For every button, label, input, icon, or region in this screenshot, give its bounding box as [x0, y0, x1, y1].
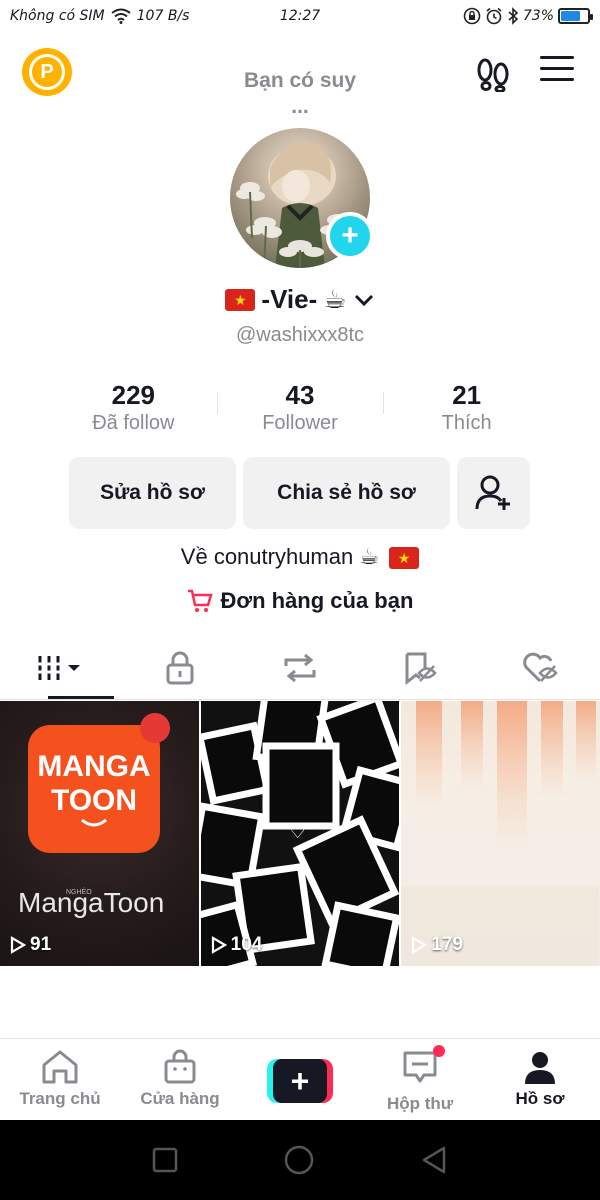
lock-icon — [166, 651, 194, 684]
create-button[interactable]: + — [267, 1059, 333, 1103]
note-bubble[interactable]: Bạn có suy ... — [240, 68, 360, 120]
orders-link[interactable]: Đơn hàng của bạn — [0, 588, 600, 614]
carrier-label: Không có SIM — [10, 8, 105, 24]
nav-create[interactable]: + — [240, 1039, 360, 1120]
add-friend-button[interactable] — [457, 457, 530, 529]
tab-private[interactable] — [120, 636, 240, 699]
nav-profile-label: Hồ sơ — [515, 1089, 565, 1108]
display-name: -Vie- — [261, 284, 318, 314]
footprint-icon[interactable] — [474, 56, 512, 92]
likes-count: 21 — [452, 380, 482, 410]
menu-icon[interactable] — [540, 56, 574, 86]
bio-text: Về conutryhuman ☕ ★ — [0, 544, 600, 570]
display-name-row[interactable]: ★ -Vie- ☕ — [0, 284, 600, 315]
view-count: 179 — [411, 934, 463, 956]
nav-home[interactable]: Trang chủ — [0, 1039, 120, 1120]
username-handle: @washixxx8tc — [235, 324, 365, 346]
stats-row: 229 Đã follow 43 Follower 21 Thích — [50, 380, 550, 436]
play-icon — [412, 936, 428, 954]
follower-stat[interactable]: 43 Follower — [216, 380, 384, 436]
following-label: Đã follow — [92, 412, 175, 434]
bookmark-eye-icon — [405, 652, 437, 685]
nav-profile[interactable]: Hồ sơ — [480, 1039, 600, 1120]
view-count-value: 179 — [431, 934, 464, 955]
share-profile-button[interactable]: Chia sẻ hồ sơ — [243, 457, 450, 529]
tab-videos[interactable] — [0, 636, 120, 699]
recents-icon[interactable] — [152, 1147, 178, 1173]
status-bar: Không có SIM 107 B/s 12:27 73% — [0, 0, 600, 32]
heart-symbol: ♡ — [288, 819, 307, 843]
edit-profile-button[interactable]: Sửa hồ sơ — [69, 457, 236, 529]
repost-icon — [284, 653, 316, 682]
video-thumbnail[interactable]: 179 — [401, 701, 600, 966]
view-count-value: 91 — [30, 934, 52, 955]
following-count: 229 — [111, 380, 156, 410]
video-thumbnail[interactable]: ♡ 104 — [200, 701, 400, 966]
video-thumbnail[interactable]: MANGA TOON NGHÉO MangaToon 91 — [0, 701, 199, 966]
play-icon — [211, 936, 227, 954]
view-count-value: 104 — [230, 934, 263, 955]
brand-name: MangaToon — [18, 887, 165, 918]
home-circle-icon[interactable] — [283, 1144, 315, 1176]
tab-saved[interactable] — [360, 636, 480, 699]
tab-reposts[interactable] — [240, 636, 360, 699]
bluetooth-icon — [508, 7, 519, 25]
create-icon: + — [273, 1059, 327, 1103]
logo-line-1: MANGA — [37, 750, 151, 783]
cart-icon — [187, 589, 213, 612]
system-nav-bar — [0, 1120, 600, 1200]
orders-label: Đơn hàng của bạn — [220, 588, 414, 613]
nav-shop-label: Cửa hàng — [140, 1089, 220, 1108]
bio-content: Về conutryhuman ☕ — [180, 544, 380, 569]
view-count: 104 — [211, 934, 263, 956]
battery-percent: 73% — [522, 8, 554, 24]
back-icon[interactable] — [420, 1145, 448, 1175]
video-grid: MANGA TOON NGHÉO MangaToon 91 ♡ 104 179 — [0, 701, 600, 966]
add-user-icon — [475, 475, 510, 510]
mangatoon-logo: MANGA TOON — [28, 725, 160, 853]
add-avatar-button[interactable]: + — [326, 212, 374, 260]
follower-count: 43 — [285, 380, 315, 410]
lock-rotation-icon — [463, 7, 481, 25]
nav-shop[interactable]: Cửa hàng — [120, 1039, 240, 1120]
inbox-icon-wrap — [401, 1045, 445, 1090]
network-speed: 107 B/s — [136, 8, 190, 24]
notification-dot — [433, 1045, 445, 1057]
vietnam-flag-icon: ★ — [389, 547, 420, 570]
coffee-emoji: ☕ — [323, 284, 347, 315]
vietnam-flag-icon: ★ — [225, 288, 256, 311]
nav-inbox-label: Hộp thư — [386, 1094, 454, 1113]
videos-icon — [37, 655, 80, 680]
follower-label: Follower — [262, 412, 338, 434]
tab-liked[interactable] — [480, 636, 600, 699]
profile-icon — [525, 1052, 555, 1084]
view-count: 91 — [10, 934, 51, 956]
coin-button[interactable]: P — [22, 48, 72, 96]
likes-stat[interactable]: 21 Thích — [383, 380, 550, 436]
wifi-icon — [111, 8, 131, 24]
likes-label: Thích — [441, 412, 492, 434]
nav-home-label: Trang chủ — [19, 1089, 101, 1108]
chevron-down-icon[interactable] — [353, 293, 375, 307]
coin-icon: P — [29, 54, 65, 90]
following-stat[interactable]: 229 Đã follow — [50, 380, 217, 436]
bottom-nav: Trang chủ Cửa hàng + Hộp thư Hồ sơ — [0, 1038, 600, 1120]
liked-hidden-icon — [523, 652, 558, 682]
home-icon — [42, 1050, 78, 1084]
battery-icon — [558, 8, 593, 24]
play-icon — [10, 936, 26, 954]
shop-icon — [164, 1049, 196, 1084]
nav-inbox[interactable]: Hộp thư — [360, 1039, 480, 1120]
content-tabs — [0, 636, 600, 700]
logo-line-2: TOON — [50, 784, 138, 817]
alarm-icon — [486, 7, 502, 25]
